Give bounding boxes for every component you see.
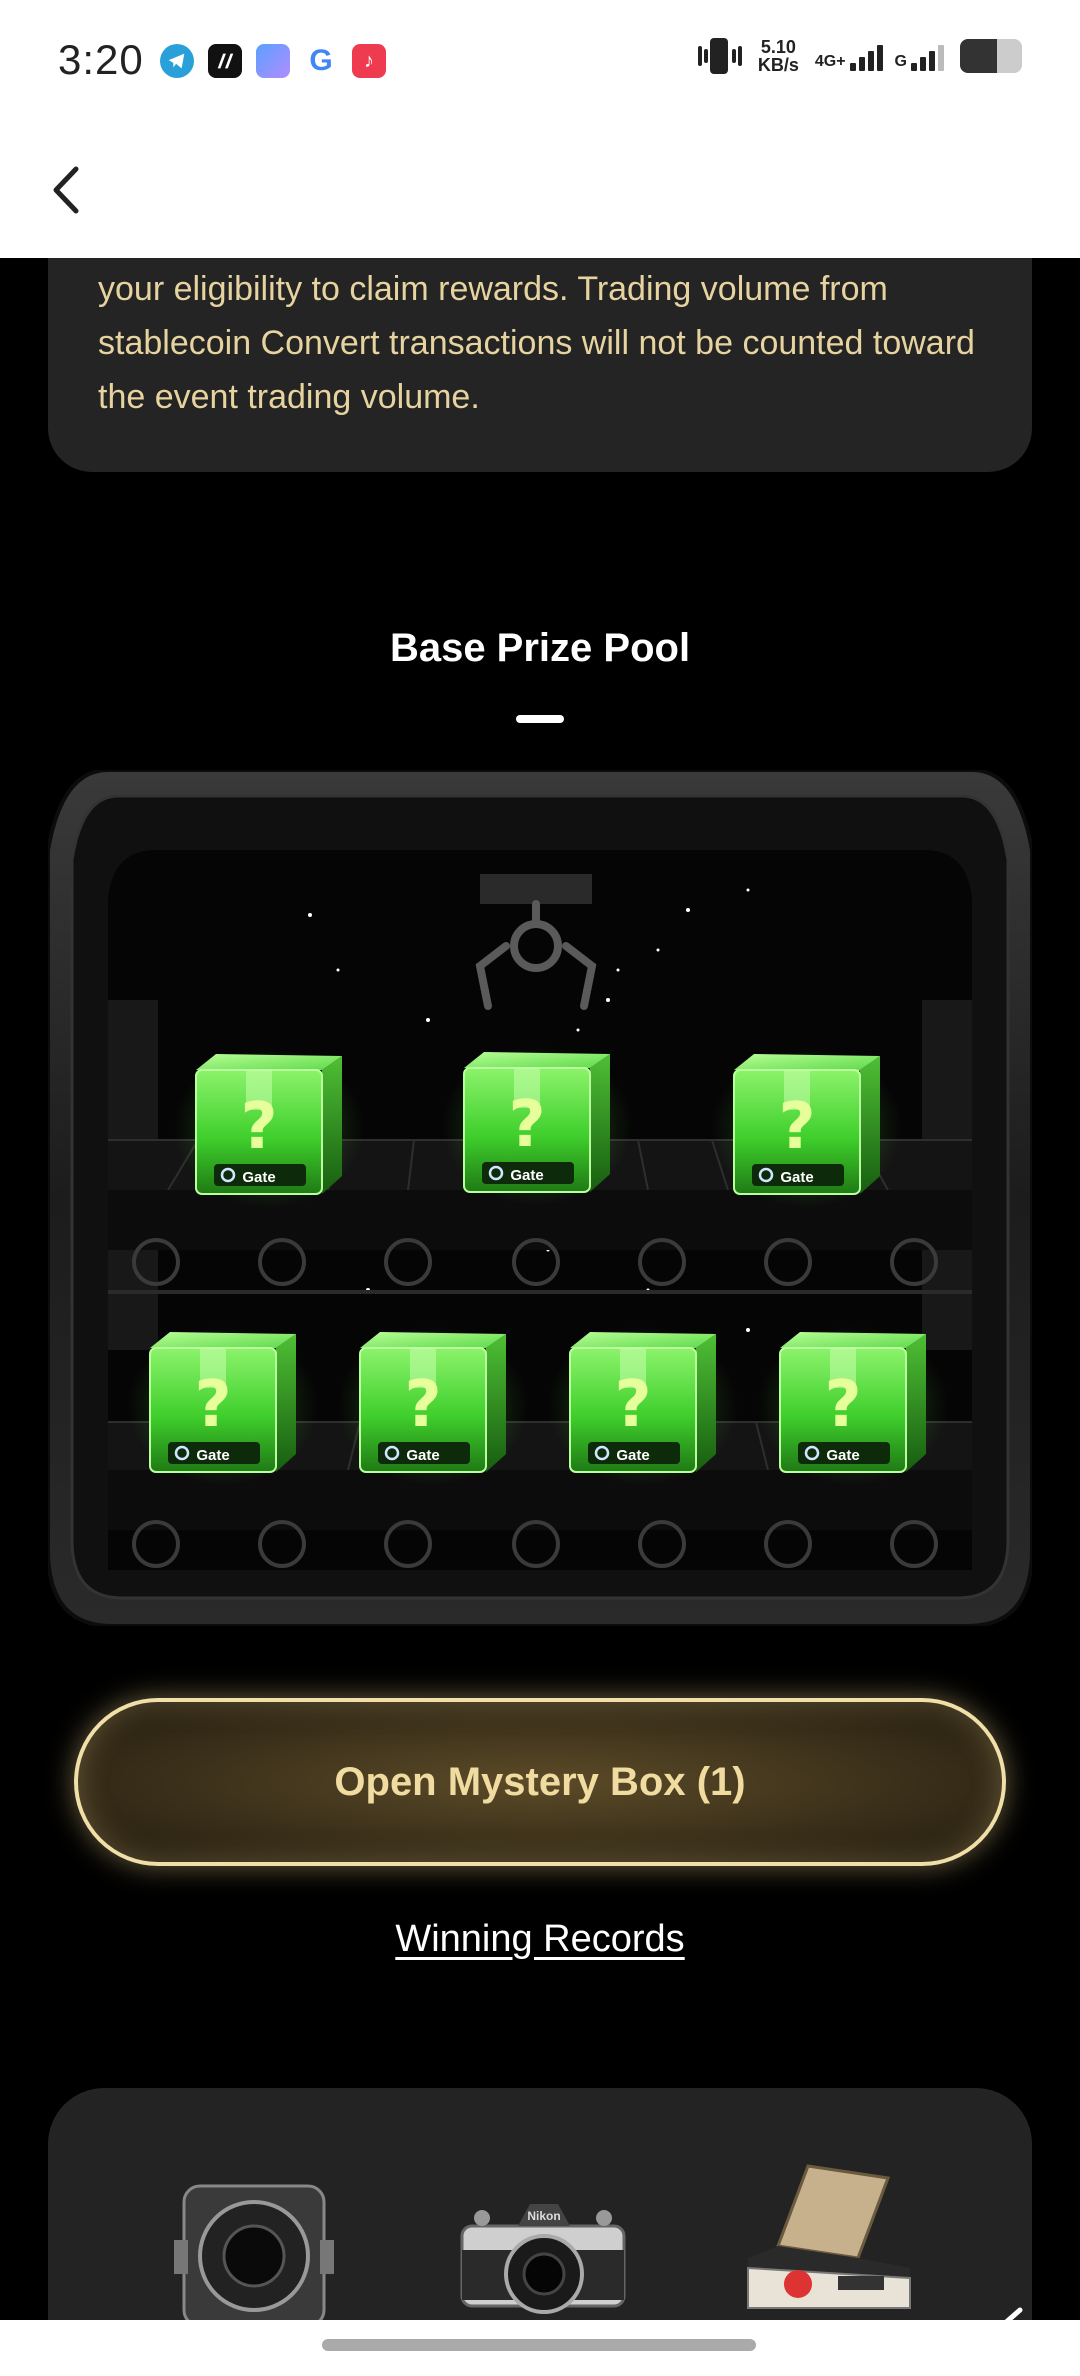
svg-text:Gate: Gate [616,1447,649,1464]
svg-text:Gate: Gate [510,1167,543,1184]
notification-icons: G ♪ [160,44,386,78]
back-button[interactable] [34,158,98,222]
svg-text:Gate: Gate [196,1447,229,1464]
notice-text: your eligibility to claim rewards. Tradi… [98,270,975,416]
polaroid-camera-icon [747,2164,911,2309]
telegram-icon [160,44,194,78]
status-time: 3:20 [58,36,144,83]
top-nav [0,122,1080,258]
google-icon: G [304,44,338,78]
status-bar: 3:20 G ♪ 5.10 KB/s 4G+ G [0,0,1080,122]
chevron-left-icon [53,166,79,214]
mystery-box: Gate [756,1324,950,1488]
mystery-box: Gate [546,1324,740,1488]
battery-icon [960,39,1022,73]
pool-title: Base Prize Pool [389,626,691,670]
vibrate-icon [696,36,742,76]
home-indicator[interactable] [322,2339,756,2351]
prize-machine: ? [48,770,1032,1626]
music-icon: ♪ [352,44,386,78]
mystery-box: Gate [126,1324,320,1488]
mystery-box: Gate [336,1324,530,1488]
medium-format-camera-icon [174,2184,334,2328]
mystery-box: Gate [440,1044,634,1208]
svg-text:Gate: Gate [242,1169,275,1186]
mystery-box: Gate [710,1046,904,1210]
status-indicators: 5.10 KB/s 4G+ G [696,36,1022,76]
files-icon [256,44,290,78]
svg-text:Gate: Gate [826,1447,859,1464]
mystery-box: Gate [172,1046,366,1210]
open-mystery-box-button[interactable]: Open Mystery Box (1) [74,1698,1006,1866]
title-underline [516,715,564,723]
svg-text:Nikon: Nikon [527,2209,560,2223]
app-icon [208,44,242,78]
svg-text:Gate: Gate [406,1447,439,1464]
net-speed: 5.10 KB/s [757,37,799,75]
svg-text:Gate: Gate [780,1169,813,1186]
nikon-camera-icon: Nikon [460,2204,626,2314]
signal-icon: 4G+ G [815,41,944,71]
winning-records-link[interactable]: Winning Records [0,1918,1080,1961]
